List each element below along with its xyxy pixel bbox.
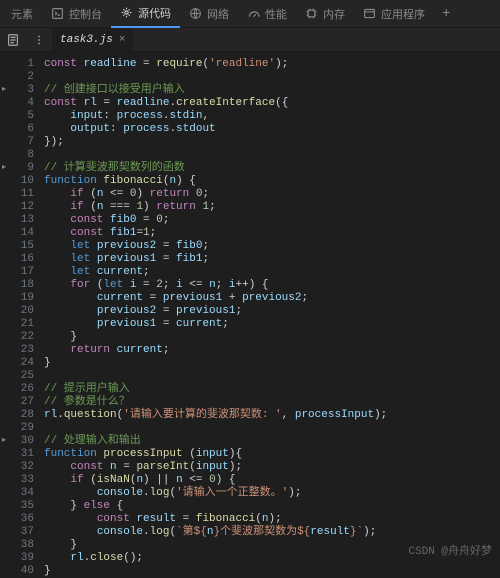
file-tab-label: task3.js [60,34,113,46]
file-tab[interactable]: task3.js × [52,28,133,51]
application-icon [363,7,376,20]
add-tab-button[interactable]: + [434,6,458,22]
tab-elements[interactable]: 元素 [2,0,42,28]
vertical-dots-icon[interactable] [32,33,46,47]
network-icon [189,7,202,20]
file-tab-row: task3.js × [0,28,500,52]
code-editor[interactable]: ▸▸▸ 123456789101112131415161718192021222… [0,52,500,562]
memory-icon [305,7,318,20]
tab-memory[interactable]: 内存 [296,0,354,28]
tab-console[interactable]: 控制台 [42,0,111,28]
performance-icon [247,7,260,20]
tab-network[interactable]: 网络 [180,0,238,28]
tab-sources[interactable]: 源代码 [111,0,180,28]
tab-performance[interactable]: 性能 [238,0,296,28]
sources-icon [120,6,133,19]
fold-gutter: ▸▸▸ [0,52,10,562]
console-icon [51,7,64,20]
tab-application[interactable]: 应用程序 [354,0,434,28]
page-icon[interactable] [6,33,20,47]
code-area[interactable]: const readline = require('readline'); //… [44,52,500,562]
line-number-gutter: 1234567891011121314151617181920212223242… [10,52,44,562]
devtools-tabs: 元素 控制台 源代码 网络 性能 内存 应用程序 + [0,0,500,28]
close-tab-icon[interactable]: × [119,34,126,46]
